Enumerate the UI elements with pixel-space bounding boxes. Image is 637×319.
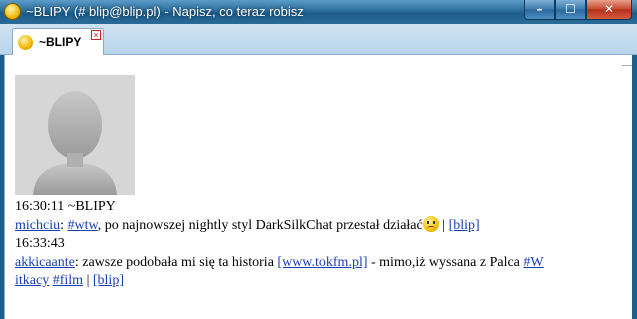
close-button[interactable]: ✕ bbox=[586, 0, 632, 20]
user-link[interactable]: akkicaante bbox=[15, 255, 75, 270]
tab-close-icon[interactable]: × bbox=[91, 30, 101, 40]
user-link[interactable]: michciu bbox=[15, 218, 60, 233]
timestamp: 16:33:43 bbox=[15, 236, 65, 251]
tag-link[interactable]: itkacy bbox=[15, 273, 49, 288]
separator: | bbox=[83, 273, 93, 288]
separator: : bbox=[60, 218, 68, 233]
chat-message: michciu: #wtw, po najnowszej nightly sty… bbox=[15, 216, 480, 234]
chat-log[interactable]: 16:30:11 ~BLIPY michciu: #wtw, po najnow… bbox=[4, 55, 632, 319]
tag-link[interactable]: #W bbox=[523, 255, 543, 270]
blip-link[interactable]: [blip] bbox=[93, 273, 124, 288]
window-controls: – ☐ ✕ bbox=[524, 0, 632, 20]
minimize-button[interactable]: – bbox=[524, 0, 555, 20]
app-status-icon bbox=[4, 3, 21, 20]
maximize-button[interactable]: ☐ bbox=[555, 0, 586, 20]
smiley-status-icon bbox=[18, 35, 33, 50]
message-text: zawsze podobała mi się ta historia bbox=[82, 255, 278, 270]
tab-strip: ~BLIPY × bbox=[0, 24, 637, 55]
scrollbar[interactable] bbox=[622, 65, 632, 74]
blip-link[interactable]: [blip] bbox=[449, 218, 480, 233]
avatar-silhouette-icon bbox=[15, 75, 135, 195]
message-text: , po najnowszej nightly styl DarkSilkCha… bbox=[97, 218, 423, 233]
message-header: 16:30:11 ~BLIPY bbox=[15, 198, 116, 215]
timestamp: 16:30:11 ~BLIPY bbox=[15, 199, 116, 214]
separator: | bbox=[438, 218, 449, 233]
tag-link[interactable]: #film bbox=[53, 273, 83, 288]
tag-link[interactable]: #wtw bbox=[68, 218, 98, 233]
url-link[interactable]: [www.tokfm.pl] bbox=[277, 255, 367, 270]
window-title: ~BLIPY (# blip@blip.pl) - Napisz, co ter… bbox=[26, 4, 304, 19]
message-header: 16:33:43 bbox=[15, 235, 65, 252]
default-user-avatar bbox=[15, 75, 135, 195]
chat-message-continued: itkacy #film | [blip] bbox=[15, 272, 124, 289]
message-text: - mimo,iż wyssana z Palca bbox=[367, 255, 524, 270]
tab-label: ~BLIPY bbox=[39, 35, 82, 49]
chat-message: akkicaante: zawsze podobała mi się ta hi… bbox=[15, 254, 544, 271]
worried-smiley-icon bbox=[422, 216, 439, 232]
window-titlebar[interactable]: ~BLIPY (# blip@blip.pl) - Napisz, co ter… bbox=[0, 0, 637, 24]
tab-blipy[interactable]: ~BLIPY × bbox=[12, 28, 104, 55]
